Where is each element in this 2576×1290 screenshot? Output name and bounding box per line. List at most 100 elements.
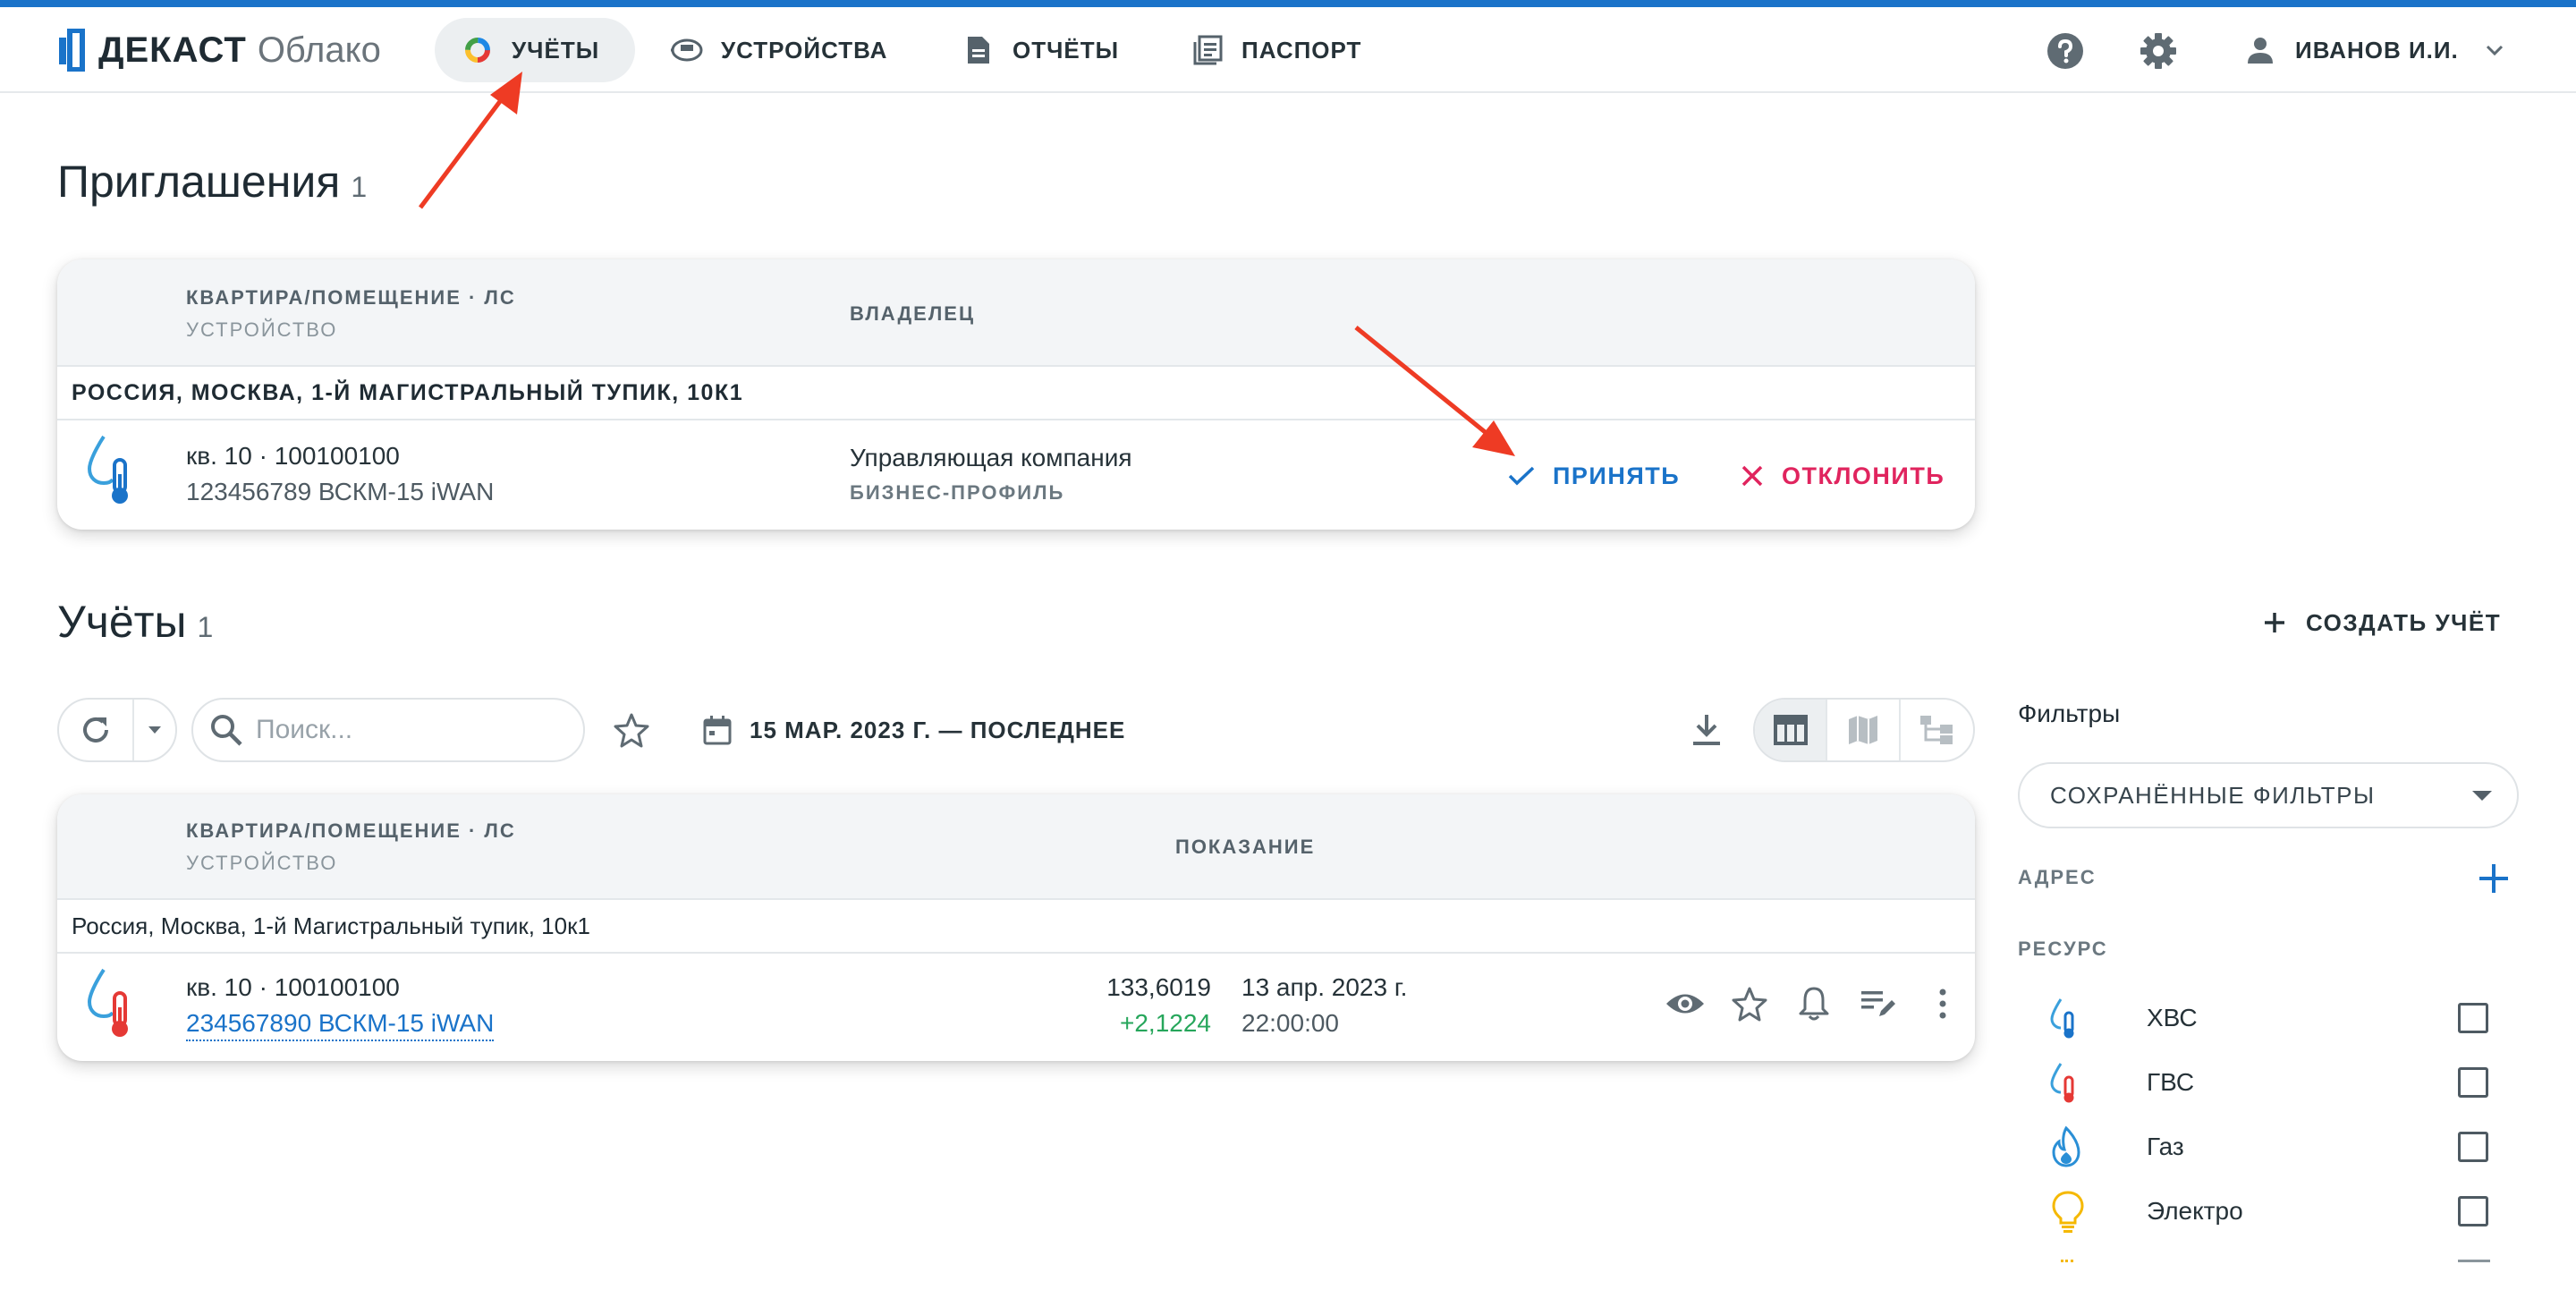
invitation-owner-type: БИЗНЕС-ПРОФИЛЬ: [850, 481, 1065, 504]
invitation-device: 123456789 ВСКМ-15 iWAN: [186, 478, 495, 505]
document-icon: [962, 34, 995, 66]
passport-icon: [1191, 34, 1224, 66]
account-group-address: Россия, Москва, 1-й Магистральный тупик,…: [57, 900, 1975, 954]
eye-icon[interactable]: [1664, 982, 1707, 1025]
accounts-card: КВАРТИРА/ПОМЕЩЕНИЕ · ЛС УСТРОЙСТВО ПОКАЗ…: [57, 794, 1975, 1061]
resource-filter-gas[interactable]: Газ: [2048, 1120, 2513, 1174]
nav-passport-label: ПАСПОРТ: [1241, 36, 1362, 64]
invitation-group-address: РОССИЯ, МОСКВА, 1-Й МАГИСТРАЛЬНЫЙ ТУПИК,…: [57, 367, 1975, 420]
tree-view-button[interactable]: [1901, 700, 1973, 760]
nav-devices-label: УСТРОЙСТВА: [721, 36, 888, 64]
saved-filters-select[interactable]: СОХРАНЁННЫЕ ФИЛЬТРЫ: [2018, 762, 2519, 828]
saved-filters-label: СОХРАНЁННЫЕ ФИЛЬТРЫ: [2050, 781, 2376, 809]
reading-time: 22:00:00: [1241, 1009, 1339, 1037]
gas-flame-icon: [2052, 1125, 2080, 1167]
device-icon: [671, 34, 703, 66]
col-apartment: КВАРТИРА/ПОМЕЩЕНИЕ · ЛС: [186, 819, 516, 842]
calendar-icon: [703, 716, 732, 745]
col-device: УСТРОЙСТВО: [186, 318, 338, 341]
col-apartment: КВАРТИРА/ПОМЕЩЕНИЕ · ЛС: [186, 286, 516, 309]
invitations-card: КВАРТИРА/ПОМЕЩЕНИЕ · ЛС УСТРОЙСТВО ВЛАДЕ…: [57, 259, 1975, 530]
create-account-button[interactable]: СОЗДАТЬ УЧЁТ: [2263, 598, 2501, 648]
logo[interactable]: ДЕКАСТ Облако: [59, 27, 381, 73]
accept-button[interactable]: ПРИНЯТЬ: [1508, 451, 1680, 501]
date-range-label: 15 МАР. 2023 Г. — ПОСЛЕДНЕЕ: [750, 716, 1126, 743]
col-owner: ВЛАДЕЛЕЦ: [850, 302, 976, 325]
reading-date: 13 апр. 2023 г.: [1241, 973, 1408, 1001]
resource-label: Электро: [2147, 1197, 2243, 1225]
accept-label: ПРИНЯТЬ: [1553, 462, 1681, 489]
check-icon: [1508, 466, 1535, 486]
user-name: ИВАНОВ И.И.: [2295, 36, 2459, 64]
logo-subtitle: Облако: [257, 30, 381, 70]
decline-button[interactable]: ОТКЛОНИТЬ: [1741, 451, 1945, 501]
resource-checkbox[interactable]: [2458, 1003, 2488, 1033]
resource-checkbox[interactable]: [2458, 1132, 2488, 1162]
logo-mark-icon: [59, 28, 86, 72]
filters-title: Фильтры: [2018, 700, 2121, 727]
invitations-count: 1: [351, 171, 368, 203]
table-view-button[interactable]: [1755, 700, 1828, 760]
resource-checkbox[interactable]: [2458, 1067, 2488, 1098]
col-reading: ПОКАЗАНИЕ: [1175, 836, 1316, 858]
invitation-owner: Управляющая компания: [850, 444, 1132, 471]
edit-notes-icon[interactable]: [1857, 982, 1900, 1025]
invitations-table-header: КВАРТИРА/ПОМЕЩЕНИЕ · ЛС УСТРОЙСТВО ВЛАДЕ…: [57, 259, 1975, 367]
user-menu[interactable]: ИВАНОВ И.И.: [2245, 27, 2507, 73]
nav-devices[interactable]: УСТРОЙСТВА: [671, 18, 887, 82]
invitations-title: Приглашения 1: [57, 156, 367, 208]
tree-view-icon: [1920, 716, 1953, 744]
address-filter-label: АДРЕС: [2018, 866, 2097, 888]
download-icon[interactable]: [1685, 709, 1728, 751]
hot-water-meter-icon: [84, 966, 138, 1041]
decline-label: ОТКЛОНИТЬ: [1782, 462, 1945, 489]
search-box: [191, 698, 585, 762]
app-header: ДЕКАСТ Облако УЧЁТЫ УСТРОЙСТВА ОТЧЁТЫ ПА…: [0, 7, 2576, 93]
account-device-link[interactable]: 234567890 ВСКМ-15 iWAN: [186, 1009, 495, 1041]
refresh-button[interactable]: [59, 700, 134, 760]
resource-filter-label: РЕСУРС: [2018, 938, 2108, 960]
next-resource-checkbox-cutoff: [2458, 1260, 2490, 1262]
resource-checkbox[interactable]: [2458, 1196, 2488, 1226]
refresh-button-group: [57, 698, 177, 762]
account-apartment: кв. 10 · 100100100: [186, 973, 400, 1001]
caret-down-icon: [148, 726, 161, 734]
add-address-filter-icon[interactable]: [2476, 861, 2512, 896]
invitation-apartment: кв. 10 · 100100100: [186, 442, 400, 470]
bell-icon[interactable]: [1792, 982, 1835, 1025]
col-device: УСТРОЙСТВО: [186, 852, 338, 874]
help-icon[interactable]: [2045, 30, 2086, 72]
refresh-icon: [83, 717, 108, 743]
nav-reports[interactable]: ОТЧЁТЫ: [962, 18, 1119, 82]
accounts-count: 1: [197, 611, 214, 643]
create-account-label: СОЗДАТЬ УЧЁТ: [2306, 608, 2502, 636]
view-mode-group: [1753, 698, 1975, 762]
dropdown-caret-icon: [2472, 791, 2492, 801]
light-bulb-icon: [2052, 1191, 2084, 1233]
chevron-down-icon: [2486, 45, 2503, 56]
logo-word: ДЕКАСТ: [98, 30, 247, 70]
search-icon: [211, 715, 242, 746]
date-range-picker[interactable]: 15 МАР. 2023 Г. — ПОСЛЕДНЕЕ: [703, 707, 1125, 753]
favorites-star-icon[interactable]: [610, 709, 653, 751]
accounts-title-text: Учёты: [57, 597, 187, 647]
search-input[interactable]: [256, 715, 551, 745]
refresh-options-button[interactable]: [134, 700, 175, 760]
nav-accounts[interactable]: УЧЁТЫ: [435, 18, 636, 82]
resource-label: ГВС: [2147, 1068, 2195, 1096]
reading-value: 133,6019: [1106, 973, 1211, 1001]
plus-icon: [2265, 613, 2284, 632]
resource-filter-cold-water[interactable]: ХВС: [2048, 991, 2513, 1045]
donut-chart-icon: [462, 34, 494, 66]
settings-gear-icon[interactable]: [2138, 30, 2179, 72]
resource-filter-electricity[interactable]: Электро: [2048, 1184, 2513, 1238]
top-accent-line: [0, 0, 2576, 7]
resource-label: ХВС: [2147, 1004, 2198, 1031]
star-icon[interactable]: [1728, 982, 1771, 1025]
map-view-button[interactable]: [1827, 700, 1901, 760]
nav-passport[interactable]: ПАСПОРТ: [1191, 18, 1361, 82]
resource-label: Газ: [2147, 1133, 2184, 1160]
more-vertical-icon[interactable]: [1921, 982, 1964, 1025]
person-icon: [2248, 38, 2273, 64]
resource-filter-hot-water[interactable]: ГВС: [2048, 1056, 2513, 1109]
